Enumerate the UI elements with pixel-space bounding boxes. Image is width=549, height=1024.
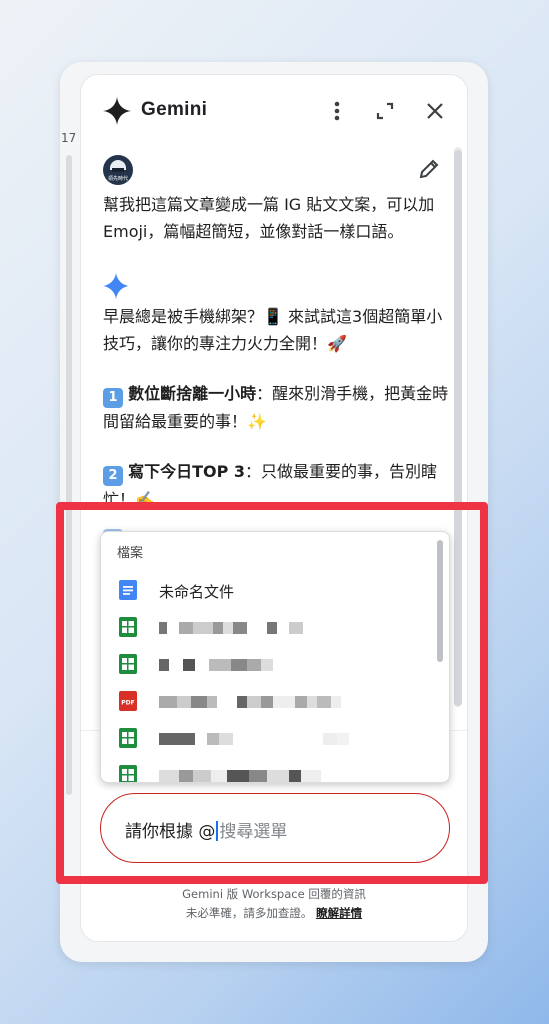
- disclaimer-line-1: Gemini 版 Workspace 回覆的資訊: [182, 887, 366, 901]
- dropdown-item-pdf[interactable]: PDF: [101, 683, 435, 719]
- google-sheets-icon: [119, 728, 137, 748]
- ruler-number: 17: [61, 131, 77, 145]
- prompt-text[interactable]: 請你根據 @ 搜尋選單: [125, 817, 287, 842]
- prompt-input[interactable]: 請你根據 @ 搜尋選單: [100, 793, 450, 863]
- redacted-filename: [159, 770, 321, 782]
- panel-title: Gemini: [141, 99, 208, 120]
- pencil-icon: [419, 159, 439, 179]
- google-sheets-icon: [119, 654, 137, 674]
- chat-scrollbar-thumb[interactable]: [454, 150, 462, 706]
- number-1-badge: 1: [103, 388, 123, 408]
- panel-header: Gemini: [81, 75, 467, 147]
- google-docs-icon: [119, 580, 137, 600]
- expand-button[interactable]: [369, 95, 401, 127]
- response-item-2-title: 寫下今日TOP 3: [128, 462, 246, 481]
- dropdown-item-sheet[interactable]: [101, 720, 435, 756]
- svg-text:PDF: PDF: [121, 700, 134, 707]
- close-icon: [427, 103, 443, 119]
- dropdown-item-doc[interactable]: 未命名文件: [101, 572, 435, 608]
- dropdown-scrollbar-thumb[interactable]: [437, 540, 443, 662]
- gemini-sparkle-icon: [103, 97, 131, 125]
- response-intro: 早晨總是被手機綁架？📱 來試試這3個超簡單小技巧，讓你的專注力火力全開！🚀: [103, 307, 443, 353]
- user-message: 幫我把這篇文章變成一篇 IG 貼文文案，可以加 Emoji，篇幅超簡短，並像對話…: [103, 195, 435, 241]
- dropdown-item-sheet[interactable]: [101, 646, 435, 682]
- response-item-2: 2 寫下今日TOP 3：只做最重要的事，告別瞎忙！✍️: [103, 458, 453, 513]
- gemini-response: 早晨總是被手機綁架？📱 來試試這3個超簡單小技巧，讓你的專注力火力全開！🚀 1 …: [103, 303, 453, 536]
- response-item-1: 1 數位斷捨離一小時：醒來別滑手機，把黃金時間留給最重要的事！✨: [103, 380, 453, 435]
- dropdown-item-sheet[interactable]: [101, 609, 435, 645]
- learn-more-link[interactable]: 瞭解詳情: [316, 906, 362, 920]
- google-sheets-icon: [119, 617, 137, 637]
- number-2-badge: 2: [103, 466, 123, 486]
- redacted-filename: [159, 622, 303, 634]
- dropdown-header: 檔案: [117, 546, 144, 561]
- pdf-file-icon: PDF: [119, 691, 137, 711]
- dropdown-item-sheet[interactable]: [101, 757, 435, 782]
- expand-icon: [376, 102, 394, 120]
- dropdown-item-name: 未命名文件: [159, 583, 235, 601]
- more-vert-icon: [334, 101, 340, 121]
- redacted-filename: [159, 659, 273, 671]
- redacted-filename: [159, 696, 341, 708]
- avatar-caption: 領先時代: [107, 176, 128, 182]
- redacted-filename: [159, 733, 349, 745]
- file-mention-dropdown: 檔案 未命名文件 PDF: [100, 531, 450, 783]
- prompt-placeholder: 搜尋選單: [219, 822, 288, 842]
- gemini-response-icon: [103, 273, 129, 299]
- disclaimer: Gemini 版 Workspace 回覆的資訊 未必準確，請多加查證。 瞭解詳…: [81, 885, 467, 923]
- close-button[interactable]: [419, 95, 451, 127]
- user-avatar: 領先時代: [103, 155, 133, 185]
- document-scrollbar[interactable]: [66, 155, 72, 795]
- google-sheets-icon: [119, 765, 137, 782]
- edit-prompt-button[interactable]: [417, 157, 441, 181]
- response-item-1-title: 數位斷捨離一小時: [128, 384, 257, 403]
- disclaimer-line-2: 未必準確，請多加查證。 瞭解詳情: [185, 906, 363, 920]
- more-options-button[interactable]: [321, 95, 353, 127]
